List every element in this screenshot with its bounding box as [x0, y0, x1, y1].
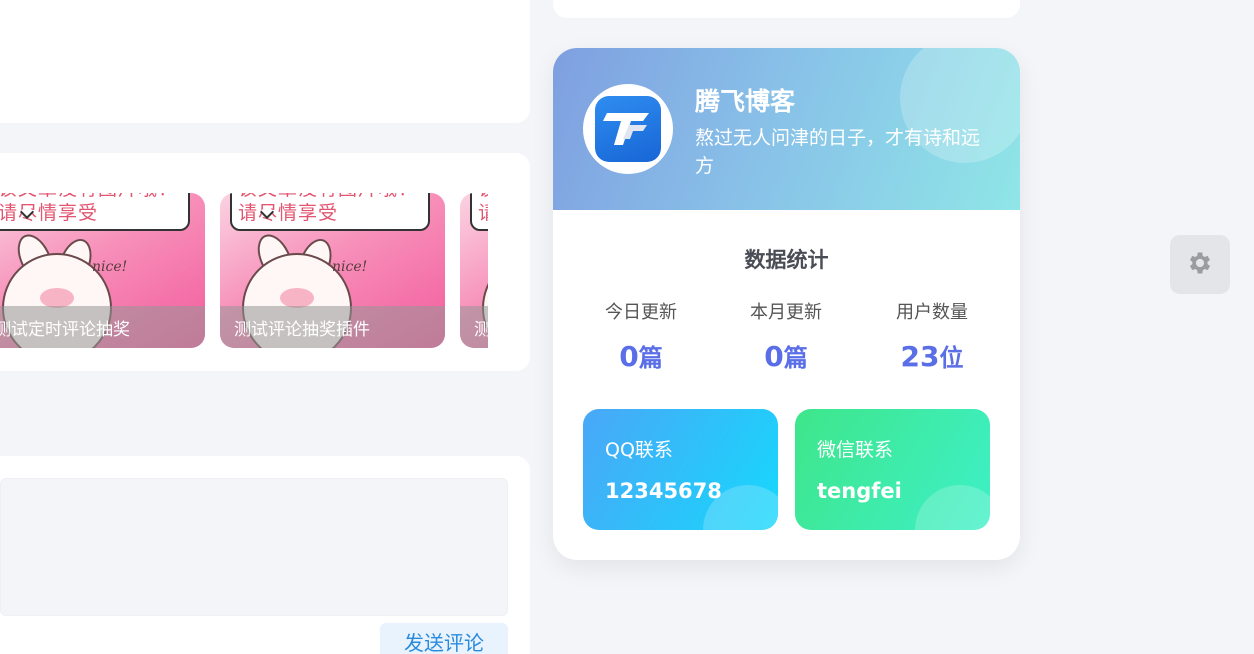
- qq-contact-card[interactable]: QQ联系 12345678: [583, 409, 778, 530]
- comment-input[interactable]: [0, 478, 508, 616]
- top-content-card: [0, 0, 530, 123]
- settings-button[interactable]: [1170, 235, 1230, 294]
- author-motto: 熬过无人问津的日子，才有诗和远方: [695, 127, 981, 177]
- stat-month: 本月更新 0篇: [750, 302, 822, 373]
- related-post-item[interactable]: 该文章没有图片哦！ 请尽情享受 测试: [460, 193, 488, 348]
- thumb-banner: 该文章没有图片哦！ 请尽情享受: [470, 193, 488, 231]
- related-post-title[interactable]: 测试评论抽奖插件: [220, 306, 445, 348]
- related-posts-carousel[interactable]: 该文章没有图片哦！ 请尽情享受 nice! 测试定时评论抽奖 该文章没有图片哦！…: [0, 193, 488, 348]
- comment-card: 发送评论: [0, 456, 530, 654]
- tf-logo-icon: [595, 96, 661, 162]
- author-name[interactable]: 腾飞博客: [695, 82, 795, 118]
- stats-title: 数据统计: [744, 248, 829, 272]
- sidebar-top-card: [553, 0, 1020, 18]
- related-post-title[interactable]: 测试: [460, 306, 488, 348]
- avatar[interactable]: [583, 84, 673, 174]
- stat-today: 今日更新 0篇: [605, 302, 677, 373]
- author-header: 腾飞博客 熬过无人问津的日子，才有诗和远方: [553, 48, 1020, 210]
- author-widget: 腾飞博客 熬过无人问津的日子，才有诗和远方 数据统计 今日更新 0篇 本月更新 …: [553, 48, 1020, 560]
- related-posts-card: 该文章没有图片哦！ 请尽情享受 nice! 测试定时评论抽奖 该文章没有图片哦！…: [0, 153, 530, 371]
- related-post-item[interactable]: 该文章没有图片哦！ 请尽情享受 nice! 测试评论抽奖插件: [220, 193, 445, 348]
- thumb-banner: 该文章没有图片哦！ 请尽情享受: [0, 193, 190, 231]
- wechat-contact-card[interactable]: 微信联系 tengfei: [795, 409, 990, 530]
- stat-users: 用户数量 23位: [896, 302, 968, 373]
- related-post-item[interactable]: 该文章没有图片哦！ 请尽情享受 nice! 测试定时评论抽奖: [0, 193, 205, 348]
- related-post-title[interactable]: 测试定时评论抽奖: [0, 306, 205, 348]
- thumb-banner: 该文章没有图片哦！ 请尽情享受: [230, 193, 430, 231]
- gear-icon: [1186, 249, 1214, 281]
- send-comment-button[interactable]: 发送评论: [380, 623, 508, 654]
